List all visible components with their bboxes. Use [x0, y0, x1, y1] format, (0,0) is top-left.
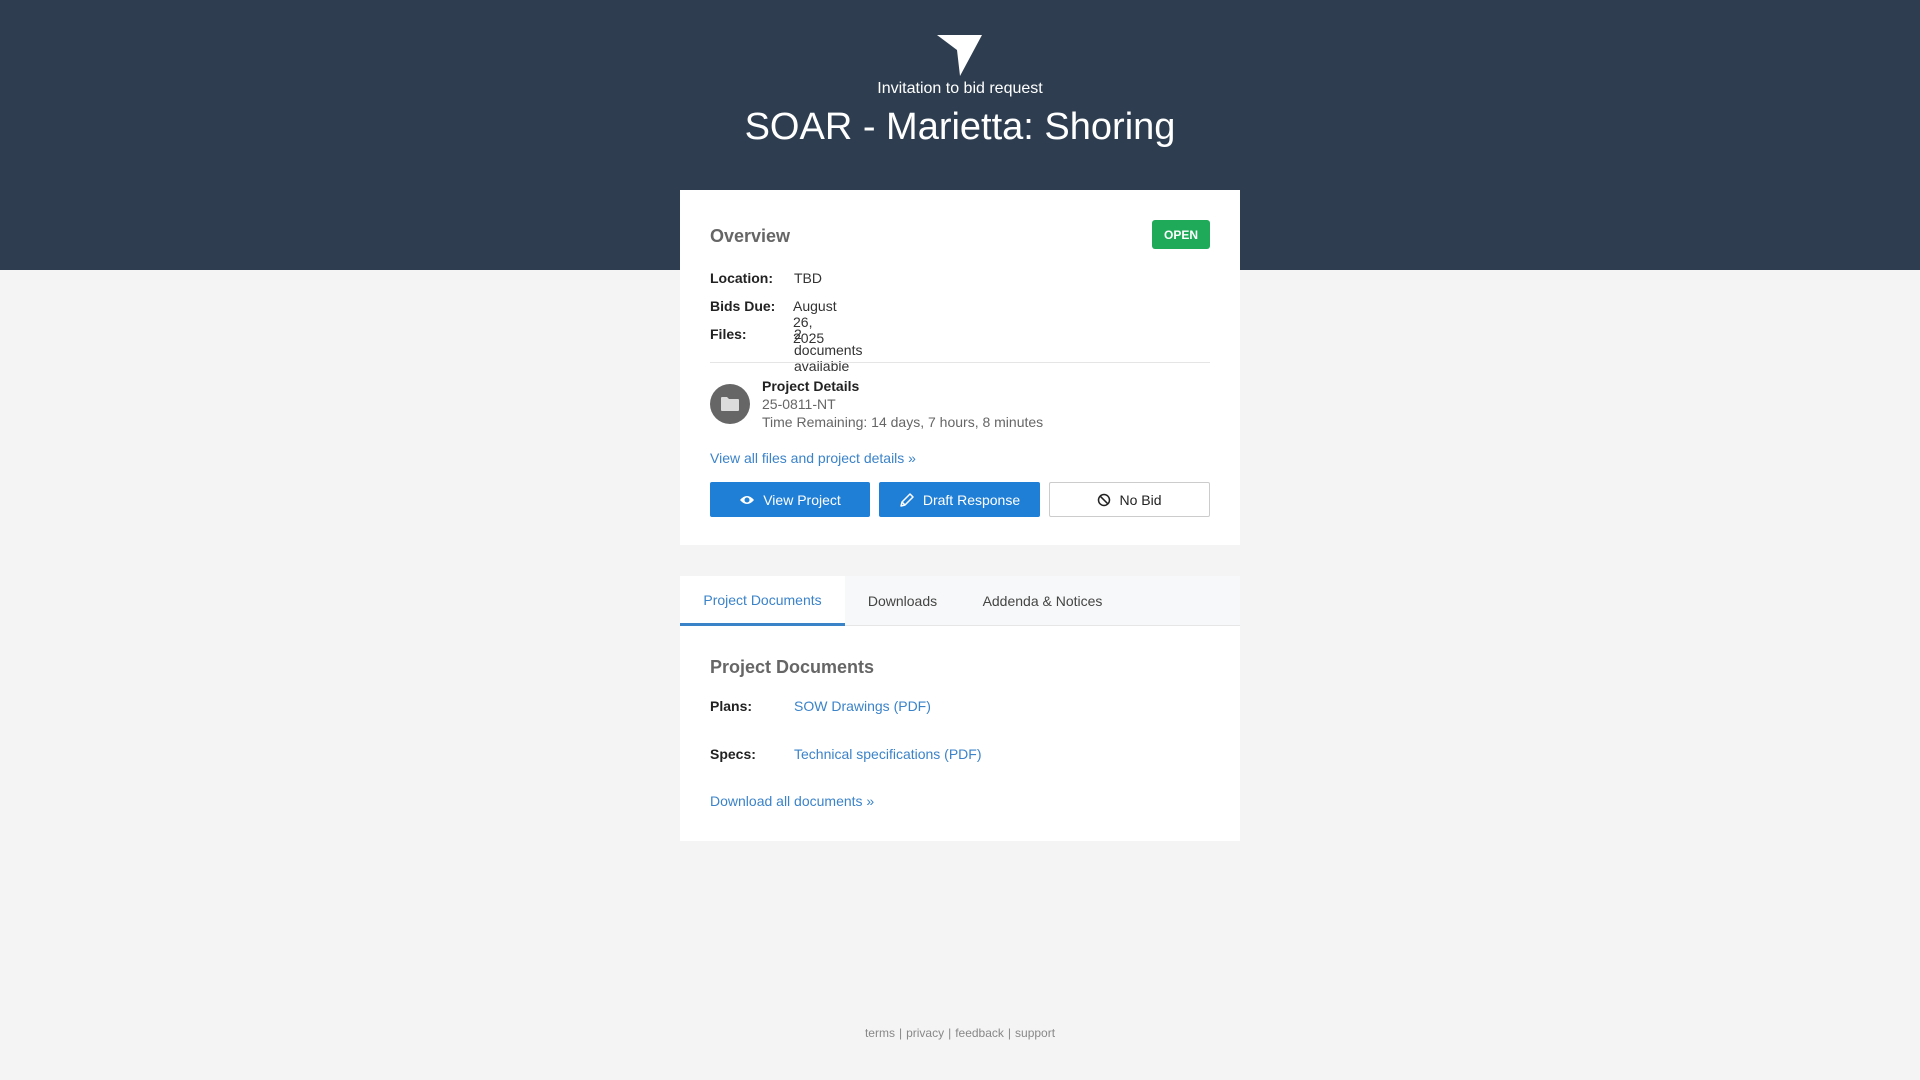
documents-title: Project Documents — [710, 657, 875, 677]
status-badge: OPEN — [1152, 220, 1210, 249]
files-value: 2 documents available — [794, 326, 863, 374]
project-details-title: Project Details — [762, 378, 860, 394]
tab-downloads[interactable]: Downloads — [845, 576, 960, 626]
eye-icon — [740, 495, 755, 504]
view-project-label: View Project — [763, 491, 841, 508]
draft-response-label: Draft Response — [922, 491, 1021, 508]
plans-row: Plans: SOW Drawings (PDF) — [710, 698, 931, 714]
bids-due-row: Bids Due: August 26, 2025 — [710, 298, 837, 346]
pencil-icon — [900, 492, 914, 507]
specs-label: Specs: — [710, 746, 756, 762]
files-label: Files: — [710, 326, 747, 342]
location-label: Location: — [710, 270, 773, 286]
technical-specs-link[interactable]: Technical specifications (PDF) — [794, 746, 982, 762]
location-row: Location: TBD — [710, 270, 822, 286]
footer-link-support[interactable]: support — [1015, 1026, 1055, 1040]
no-bid-button[interactable]: No Bid — [1049, 482, 1210, 517]
footer-separator: | — [948, 1026, 952, 1040]
footer-link-terms[interactable]: terms — [865, 1026, 895, 1040]
project-id: 25-0811-NT — [762, 396, 836, 412]
divider — [710, 362, 1210, 363]
no-bid-label: No Bid — [1119, 491, 1162, 508]
paper-plane-icon — [937, 35, 982, 76]
view-all-files-link[interactable]: View all files and project details » — [710, 450, 916, 466]
plans-label: Plans: — [710, 698, 753, 714]
sow-drawings-link[interactable]: SOW Drawings (PDF) — [794, 698, 931, 714]
page-title: SOAR - Marietta: Shoring — [744, 106, 1176, 148]
location-value: TBD — [794, 270, 822, 286]
overview-card: Overview OPEN Location: TBD Bids Due: Au… — [680, 190, 1240, 545]
folder-icon — [710, 384, 750, 424]
draft-response-button[interactable]: Draft Response — [879, 482, 1040, 517]
tab-addenda-notices[interactable]: Addenda & Notices — [960, 576, 1125, 626]
footer: terms | privacy | feedback | support — [0, 1026, 1920, 1040]
tab-project-documents[interactable]: Project Documents — [680, 576, 845, 626]
documents-card: Project Documents Downloads Addenda & No… — [680, 576, 1240, 841]
overview-title: Overview — [710, 226, 791, 246]
tab-bar: Project Documents Downloads Addenda & No… — [680, 576, 1240, 626]
footer-separator: | — [898, 1026, 903, 1040]
footer-link-privacy[interactable]: privacy — [906, 1026, 944, 1040]
footer-separator: | — [1007, 1026, 1012, 1040]
time-remaining: Time Remaining: 14 days, 7 hours, 8 minu… — [762, 414, 1044, 430]
footer-link-feedback[interactable]: feedback — [955, 1026, 1004, 1040]
view-project-button[interactable]: View Project — [710, 482, 870, 517]
bids-due-label: Bids Due: — [710, 298, 776, 314]
files-row: Files: 2 documents available — [710, 326, 862, 374]
page-subtitle: Invitation to bid request — [877, 80, 1043, 97]
download-all-link[interactable]: Download all documents » — [710, 793, 874, 809]
project-details: Project Details 25-0811-NT Time Remainin… — [762, 377, 1043, 431]
ban-icon — [1098, 493, 1111, 506]
specs-row: Specs: Technical specifications (PDF) — [710, 746, 982, 762]
